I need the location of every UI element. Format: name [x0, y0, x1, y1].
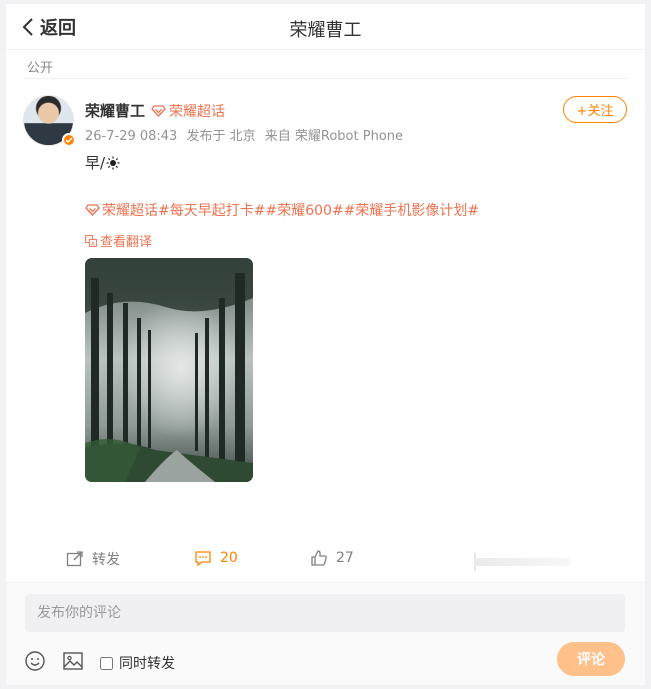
- also-repost-label: 同时转发: [119, 656, 175, 672]
- like-count: 27: [336, 550, 354, 566]
- foggy-forest-image: [85, 258, 253, 482]
- weibo-post-detail: 返回 荣耀曹工 公开 荣耀曹工 荣耀超话 26-7-29 08:43 发布于 北…: [6, 4, 645, 685]
- header: 返回 荣耀曹工: [6, 4, 645, 50]
- translate-icon: A: [85, 234, 97, 247]
- divider: [24, 78, 627, 79]
- image-icon[interactable]: [62, 650, 84, 672]
- like-icon: [311, 550, 327, 566]
- topic-tag[interactable]: #荣耀600#: [265, 200, 343, 220]
- page-title: 荣耀曹工: [289, 20, 362, 41]
- also-repost-checkbox[interactable]: 同时转发: [100, 653, 175, 673]
- follow-button[interactable]: +关注: [563, 96, 627, 123]
- post-source: 来自 荣耀Robot Phone: [264, 129, 404, 144]
- sun-icon: [106, 156, 120, 169]
- post-meta: 26-7-29 08:43 发布于 北京 来自 荣耀Robot Phone: [85, 125, 408, 144]
- comment-count: 20: [220, 550, 238, 566]
- post-time[interactable]: 26-7-29 08:43: [85, 129, 177, 144]
- translate-label: 查看翻译: [100, 235, 153, 250]
- repost-icon: [66, 551, 83, 567]
- comment-button[interactable]: 20: [194, 549, 238, 567]
- repost-button[interactable]: 转发: [66, 549, 120, 569]
- topic-links: 荣耀超话 #每天早起打卡# #荣耀600# #荣耀手机影像计划#: [85, 200, 479, 220]
- super-topic-diamond-icon: [85, 204, 100, 216]
- svg-text:A: A: [91, 241, 95, 247]
- comment-icon: [195, 551, 211, 567]
- author-name[interactable]: 荣耀曹工: [85, 100, 145, 121]
- submit-comment-button[interactable]: 评论: [557, 642, 625, 676]
- post-location: 发布于 北京: [186, 129, 256, 144]
- topic-tag[interactable]: #荣耀手机影像计划#: [344, 200, 479, 220]
- like-button[interactable]: 27: [310, 549, 354, 567]
- emoji-icon[interactable]: [24, 650, 46, 672]
- translate-link[interactable]: A 查看翻译: [85, 231, 152, 250]
- post-text: 早/: [85, 152, 120, 173]
- super-topic-label: 荣耀超话: [169, 103, 226, 120]
- post-text-body: 早/: [85, 154, 106, 172]
- topic-super-topic[interactable]: 荣耀超话: [102, 200, 158, 220]
- post-image[interactable]: [85, 258, 253, 482]
- author-super-topic[interactable]: 荣耀超话: [151, 101, 225, 121]
- topic-tag[interactable]: #每天早起打卡#: [158, 200, 265, 220]
- repost-label: 转发: [92, 552, 120, 568]
- verified-badge-icon: [62, 133, 76, 147]
- author-line: 荣耀曹工 荣耀超话: [85, 100, 225, 121]
- also-repost-toggle[interactable]: [100, 656, 113, 670]
- blurred-element: [474, 558, 570, 566]
- visibility-label: 公开: [27, 61, 54, 76]
- super-topic-diamond-icon: [151, 104, 166, 117]
- comment-composer: 同时转发 评论: [6, 582, 645, 685]
- comment-input[interactable]: [25, 594, 625, 632]
